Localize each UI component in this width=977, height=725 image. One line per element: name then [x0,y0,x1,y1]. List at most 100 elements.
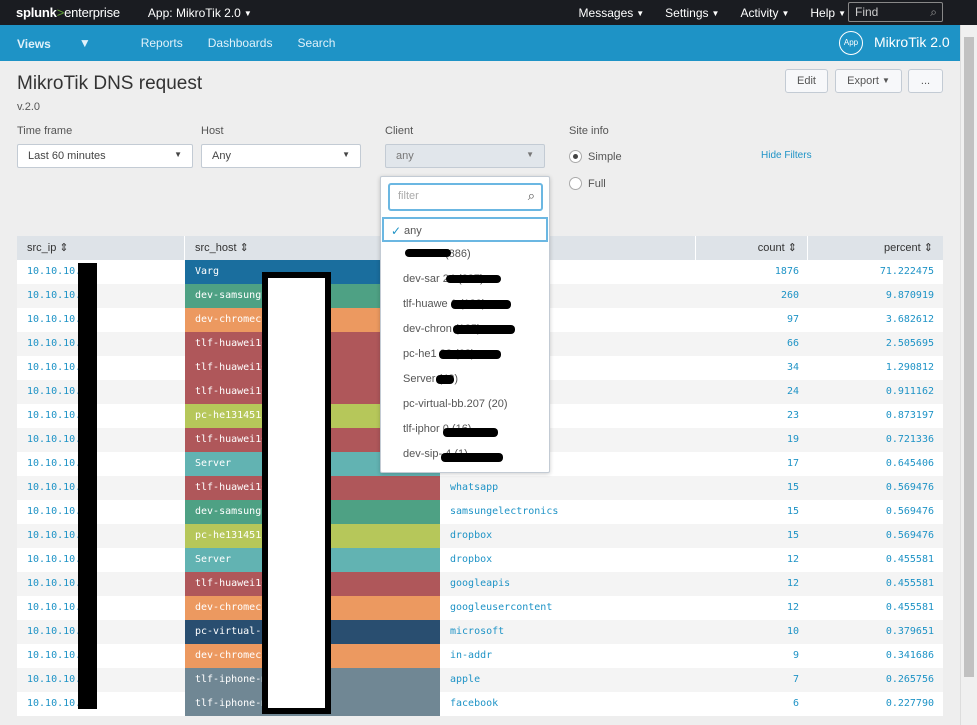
cell-src-ip[interactable]: 10.10.10. [27,548,81,572]
cell-percent[interactable]: 0.455581 [807,572,934,596]
filter-input[interactable]: filter ⌕ [388,183,543,211]
help-menu[interactable]: Help ▼ [810,6,846,20]
table-row[interactable]: 10.10.10. Server dropbox 12 0.455581 [17,548,943,572]
cell-count[interactable]: 6 [697,692,799,716]
hide-filters-link[interactable]: Hide Filters [761,150,812,161]
cell-count[interactable]: 7 [697,668,799,692]
cell-src-ip[interactable]: 10.10.10. [27,668,81,692]
cell-count[interactable]: 12 [697,572,799,596]
cell-src-ip[interactable]: 10.10.10. [27,308,81,332]
cell-count[interactable]: 15 [697,500,799,524]
cell-src-ip[interactable]: 10.10.10. [27,284,81,308]
cell-percent[interactable]: 0.455581 [807,596,934,620]
edit-button[interactable]: Edit [785,69,828,93]
cell-count[interactable]: 15 [697,524,799,548]
dropdown-option[interactable]: pc-virtual-bb.207 (20) [381,392,549,417]
cell-src-ip[interactable]: 10.10.10. [27,356,81,380]
cell-src-ip[interactable]: 10.10.10. [27,692,81,716]
cell-domain[interactable]: googleusercontent [440,596,552,620]
nav-dashboards[interactable]: Dashboards [208,36,273,51]
cell-src-ip[interactable]: 10.10.10. [27,332,81,356]
cell-percent[interactable]: 9.870919 [807,284,934,308]
cell-percent[interactable]: 0.341686 [807,644,934,668]
cell-src-ip[interactable]: 10.10.10. [27,644,81,668]
cell-src-ip[interactable]: 10.10.10. [27,500,81,524]
cell-src-ip[interactable]: 10.10.10. [27,596,81,620]
cell-percent[interactable]: 0.455581 [807,548,934,572]
cell-count[interactable]: 23 [697,404,799,428]
cell-percent[interactable]: 0.569476 [807,524,934,548]
table-row[interactable]: 10.10.10. pc-virtual-b microsoft 10 0.379651 [17,620,943,644]
cell-percent[interactable]: 0.911162 [807,380,934,404]
app-menu[interactable]: App: MikroTik 2.0 ▼ [148,6,252,20]
table-row[interactable]: 10.10.10. pc-he131451- dropbox 15 0.569476 [17,524,943,548]
radio-simple[interactable]: Simple [569,150,622,163]
col-count[interactable]: count ⇕ [696,236,808,260]
host-dropdown[interactable]: Any ▼ [201,144,361,168]
cell-count[interactable]: 15 [697,476,799,500]
cell-count[interactable]: 10 [697,620,799,644]
cell-src-ip[interactable]: 10.10.10. [27,404,81,428]
cell-percent[interactable]: 0.645406 [807,452,934,476]
find-input[interactable]: Find ⌕ [848,2,943,22]
cell-count[interactable]: 12 [697,548,799,572]
cell-count[interactable]: 9 [697,644,799,668]
cell-domain[interactable]: samsungelectronics [440,500,558,524]
table-row[interactable]: 10.10.10. tlf-huawei10 whatsapp 15 0.569476 [17,476,943,500]
cell-count[interactable]: 66 [697,332,799,356]
cell-percent[interactable]: 0.379651 [807,620,934,644]
cell-count[interactable]: 17 [697,452,799,476]
cell-src-ip[interactable]: 10.10.10. [27,620,81,644]
cell-count[interactable]: 260 [697,284,799,308]
cell-domain[interactable]: in-addr [440,644,492,668]
cell-domain[interactable]: apple [440,668,480,692]
table-row[interactable]: 10.10.10. tlf-huawei10 googleapis 12 0.45558… [17,572,943,596]
cell-src-ip[interactable]: 10.10.10. [27,452,81,476]
client-dropdown[interactable]: any ▼ [385,144,545,168]
nav-reports[interactable]: Reports [141,36,183,51]
table-row[interactable]: 10.10.10. dev-samsungt samsungelectronics 1… [17,500,943,524]
table-row[interactable]: 10.10.10. dev-chromeca in-addr 9 0.341686 [17,644,943,668]
cell-domain[interactable]: googleapis [440,572,510,596]
cell-percent[interactable]: 0.873197 [807,404,934,428]
page-scrollbar[interactable] [960,25,977,725]
scrollbar-thumb[interactable] [964,37,974,677]
col-src-ip[interactable]: src_ip ⇕ [17,236,185,260]
cell-percent[interactable]: 1.290812 [807,356,934,380]
splunk-logo[interactable]: splunk>enterprise [16,5,120,20]
cell-src-ip[interactable]: 10.10.10. [27,572,81,596]
cell-percent[interactable]: 0.227790 [807,692,934,716]
nav-search[interactable]: Search [297,36,335,51]
cell-count[interactable]: 1876 [697,260,799,284]
cell-percent[interactable]: 0.721336 [807,428,934,452]
cell-count[interactable]: 19 [697,428,799,452]
cell-count[interactable]: 12 [697,596,799,620]
table-row[interactable]: 10.10.10. dev-chromeca googleusercontent 12… [17,596,943,620]
cell-src-ip[interactable]: 10.10.10. [27,380,81,404]
table-row[interactable]: 10.10.10. tlf-iphone-m facebook 6 0.227790 [17,692,943,716]
cell-domain[interactable]: whatsapp [440,476,498,500]
messages-menu[interactable]: Messages ▼ [579,6,645,20]
settings-menu[interactable]: Settings ▼ [665,6,719,20]
radio-full[interactable]: Full [569,177,606,190]
dropdown-option-any[interactable]: ✓ any [382,217,548,242]
cell-src-ip[interactable]: 10.10.10. [27,260,81,284]
cell-percent[interactable]: 71.222475 [807,260,934,284]
cell-count[interactable]: 34 [697,356,799,380]
cell-domain[interactable]: facebook [440,692,498,716]
cell-count[interactable]: 24 [697,380,799,404]
dropdown-option[interactable]: Server (48) [381,367,549,392]
cell-domain[interactable]: microsoft [440,620,504,644]
cell-percent[interactable]: 0.569476 [807,500,934,524]
activity-menu[interactable]: Activity ▼ [740,6,789,20]
cell-domain[interactable]: dropbox [440,524,492,548]
cell-domain[interactable]: dropbox [440,548,492,572]
cell-percent[interactable]: 2.505695 [807,332,934,356]
cell-percent[interactable]: 3.682612 [807,308,934,332]
col-percent[interactable]: percent ⇕ [808,236,943,260]
export-button[interactable]: Export ▼ [835,69,902,93]
cell-count[interactable]: 97 [697,308,799,332]
cell-src-ip[interactable]: 10.10.10. [27,428,81,452]
timeframe-dropdown[interactable]: Last 60 minutes ▼ [17,144,193,168]
more-button[interactable]: ... [908,69,943,93]
